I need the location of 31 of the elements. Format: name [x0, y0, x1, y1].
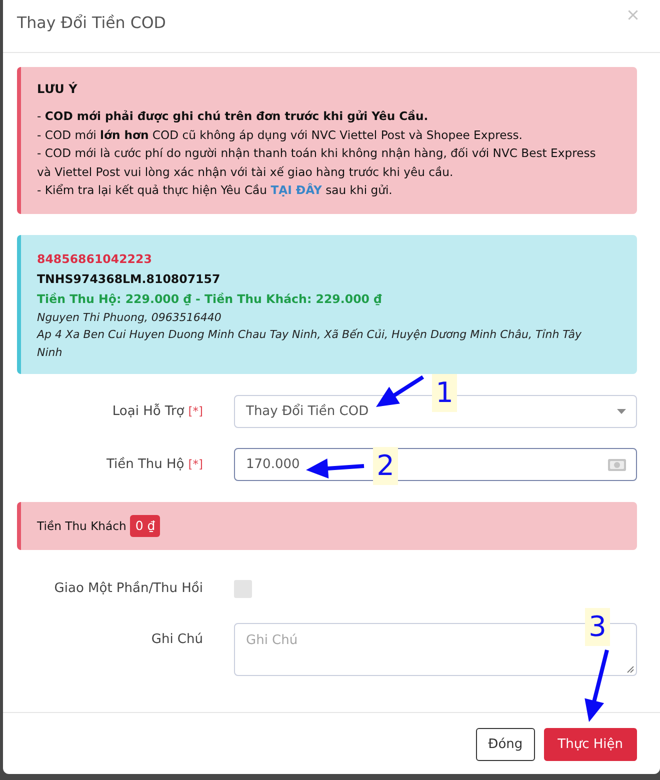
customer-contact: Nguyen Thi Phuong, 0963516440: [37, 310, 222, 326]
customer-address: Ap 4 Xa Ben Cui Huyen Duong Minh Chau Tay Ninh, Xã Bến Củi, Huyện Dương Minh Châu, Tỉnh Tây Ninh: [37, 327, 582, 360]
annotation-arrow: [306, 458, 364, 478]
banknote-icon: [608, 458, 626, 470]
order-reference: TNHS974368LM.810807157: [37, 270, 222, 288]
summary-label: Tiền Thu Khách: [37, 519, 126, 533]
required-mark: [*]: [188, 404, 203, 418]
notice-line: - COD mới là cước phí do người nhận thanh toán khi không nhận hàng, đối với NVC Best Express và Viettel Post vui lòng xác nhận với tài xế giao hàng trước khi yêu cầu.: [37, 145, 597, 180]
order-code: 84856861042223: [37, 250, 153, 268]
checkbox[interactable]: [234, 580, 252, 598]
required-mark: [*]: [188, 457, 203, 471]
notice-line: - COD mới lớn hơn COD cũ không áp dụng với NVC Viettel Post và Shopee Express.: [37, 126, 524, 144]
annotation-number: 2: [373, 447, 398, 485]
close-icon[interactable]: [628, 10, 638, 20]
notice-heading: LƯU Ý: [37, 80, 78, 98]
annotation-number: 3: [585, 608, 610, 646]
form-label: Loại Hỗ Trợ: [112, 404, 184, 419]
dialog-title: Thay Đổi Tiền COD: [17, 12, 166, 34]
notice-line: - Kiểm tra lại kết quả thực hiện Yêu Cầu TẠI ĐÂY sau khi gửi.: [37, 182, 394, 199]
resize-grip-icon[interactable]: [626, 665, 634, 673]
submit-button[interactable]: Thực Hiện: [544, 728, 637, 761]
annotation-number: 1: [432, 374, 457, 412]
form-label: Giao Một Phần/Thu Hồi: [54, 581, 203, 596]
notice-line: - COD mới phải được ghi chú trên đơn trước khi gửi Yêu Cầu.: [37, 108, 430, 125]
amount-badge: 0 ₫: [130, 515, 160, 537]
caret-icon: [617, 409, 626, 414]
form-label: Tiền Thu Hộ: [106, 457, 184, 472]
cod-amounts: Tiền Thu Hộ: 229.000 ₫ - Tiền Thu Khách: 229.000 ₫: [37, 290, 383, 308]
form-label: Ghi Chú: [151, 632, 203, 647]
close-button[interactable]: Đóng: [476, 728, 535, 761]
annotation-arrow: [376, 375, 424, 407]
